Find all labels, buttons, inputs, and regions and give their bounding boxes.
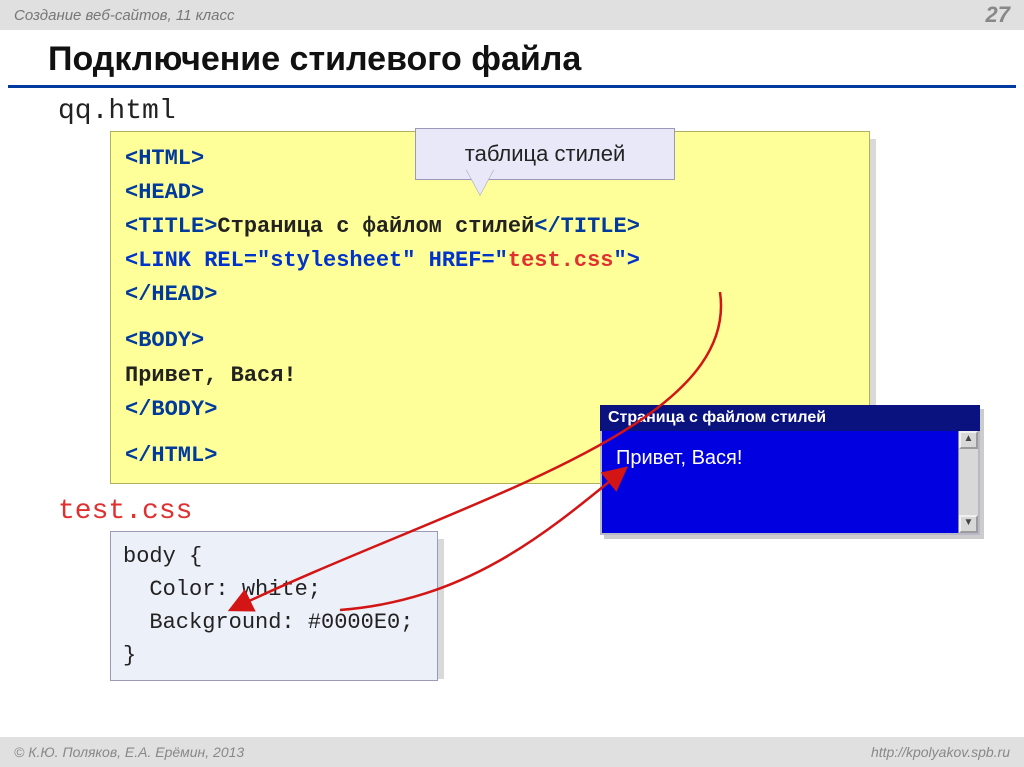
- spacer: [125, 312, 855, 324]
- scroll-down-icon[interactable]: ▼: [959, 515, 978, 533]
- browser-titlebar: Страница с файлом стилей: [600, 405, 980, 431]
- scrollbar[interactable]: ▲ ▼: [958, 431, 978, 533]
- page-number: 27: [986, 2, 1010, 28]
- code-line: </HEAD>: [125, 278, 855, 312]
- footer-url: http://kpolyakov.spb.ru: [871, 744, 1010, 760]
- browser-preview: Страница с файлом стилей Привет, Вася! ▲…: [600, 405, 980, 535]
- css-code: body { Color: white; Background: #0000E0…: [110, 531, 438, 681]
- browser-body-text: Привет, Вася!: [616, 447, 742, 469]
- code-line: <LINK REL="stylesheet" HREF="test.css">: [125, 244, 855, 278]
- css-code-block: body { Color: white; Background: #0000E0…: [56, 531, 984, 681]
- scroll-up-icon[interactable]: ▲: [959, 431, 978, 449]
- course-label: Создание веб-сайтов, 11 класс: [14, 7, 234, 24]
- code-line: <BODY>: [125, 324, 855, 358]
- callout-box: таблица стилей: [415, 128, 675, 180]
- browser-body: Привет, Вася! ▲ ▼: [600, 431, 980, 535]
- slide-footer: © К.Ю. Поляков, Е.А. Ерёмин, 2013 http:/…: [0, 737, 1024, 767]
- slide-header: Создание веб-сайтов, 11 класс 27: [0, 0, 1024, 30]
- code-line: Привет, Вася!: [125, 359, 855, 393]
- html-filename: qq.html: [58, 96, 984, 127]
- code-line: <TITLE>Страница с файлом стилей</TITLE>: [125, 210, 855, 244]
- browser-title: Страница с файлом стилей: [608, 409, 826, 427]
- copyright: © К.Ю. Поляков, Е.А. Ерёмин, 2013: [14, 744, 244, 760]
- callout-pointer: [466, 169, 494, 195]
- slide-title: Подключение стилевого файла: [8, 30, 1016, 88]
- callout-text: таблица стилей: [465, 141, 625, 166]
